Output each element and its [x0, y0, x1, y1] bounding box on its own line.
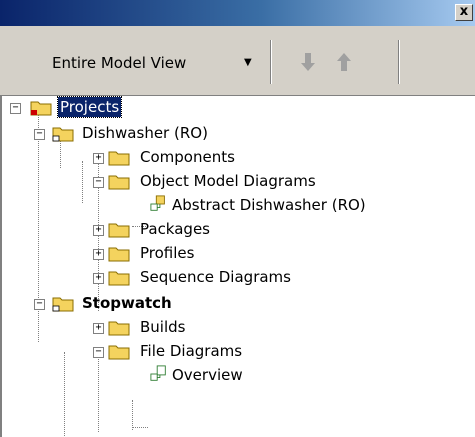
tree-node-components[interactable]: + Components	[2, 146, 302, 170]
arrow-up-icon	[337, 53, 351, 71]
tree-label: Overview	[172, 366, 243, 384]
tree-label: Profiles	[140, 244, 195, 262]
tree-node-dishwasher[interactable]: − Dishwasher (RO)	[2, 122, 302, 146]
project-folder-icon	[30, 101, 52, 116]
tree-line	[132, 427, 148, 428]
expand-toggle[interactable]: +	[93, 249, 104, 260]
tree-label: Packages	[140, 220, 210, 238]
tree-label: Abstract Dishwasher (RO)	[172, 196, 366, 214]
folder-icon	[108, 175, 130, 190]
close-button[interactable]: x	[455, 4, 473, 21]
folder-icon	[108, 321, 130, 336]
tree-node-packages[interactable]: + Packages	[2, 218, 302, 242]
tree-node-object-model-diagrams[interactable]: − Object Model Diagrams	[2, 170, 342, 194]
tree-label: Projects	[56, 96, 123, 118]
tree-node-overview[interactable]: Overview	[2, 364, 302, 388]
expand-toggle[interactable]: +	[93, 323, 104, 334]
toolbar-separator	[398, 40, 399, 84]
diagram-icon	[150, 365, 166, 381]
tree-node-profiles[interactable]: + Profiles	[2, 242, 302, 266]
tree-label: File Diagrams	[140, 342, 243, 360]
tree-label: Components	[140, 148, 235, 166]
tree-label: Sequence Diagrams	[140, 268, 291, 286]
project-folder-icon	[52, 297, 74, 312]
tree-label: Builds	[140, 318, 186, 336]
expand-toggle[interactable]: +	[93, 225, 104, 236]
toolbar: Entire Model View ▼	[0, 26, 475, 96]
collapse-toggle[interactable]: −	[34, 299, 45, 310]
arrow-down-icon	[301, 53, 315, 71]
tree-node-builds[interactable]: + Builds	[2, 316, 302, 340]
tree-label: Dishwasher (RO)	[82, 124, 208, 142]
title-bar: x	[0, 0, 475, 26]
tree-node-projects[interactable]: − Projects	[2, 96, 302, 120]
folder-icon	[108, 271, 130, 286]
tree-node-sequence-diagrams[interactable]: + Sequence Diagrams	[2, 266, 322, 290]
model-tree: − Projects − Dishwasher (RO) + Component…	[0, 96, 475, 437]
folder-icon	[108, 223, 130, 238]
view-select[interactable]: Entire Model View ▼	[16, 48, 266, 78]
tree-label: Stopwatch	[82, 294, 172, 312]
move-up-button[interactable]	[330, 48, 358, 76]
tree-node-file-diagrams[interactable]: − File Diagrams	[2, 340, 302, 364]
project-folder-icon	[52, 127, 74, 142]
toolbar-separator	[270, 40, 271, 84]
expand-toggle[interactable]: +	[93, 153, 104, 164]
move-down-button[interactable]	[294, 48, 322, 76]
tree-node-stopwatch[interactable]: − Stopwatch	[2, 292, 302, 316]
collapse-toggle[interactable]: −	[34, 129, 45, 140]
collapse-toggle[interactable]: −	[10, 103, 21, 114]
folder-icon	[108, 151, 130, 166]
collapse-toggle[interactable]: −	[93, 177, 104, 188]
collapse-toggle[interactable]: −	[93, 347, 104, 358]
tree-label: Object Model Diagrams	[140, 172, 316, 190]
folder-icon	[108, 345, 130, 360]
folder-icon	[108, 247, 130, 262]
expand-toggle[interactable]: +	[93, 273, 104, 284]
diagram-icon	[150, 195, 165, 211]
tree-line	[132, 400, 133, 430]
chevron-down-icon: ▼	[244, 57, 252, 68]
tree-node-abstract-dishwasher[interactable]: Abstract Dishwasher (RO)	[2, 194, 422, 218]
view-select-label: Entire Model View	[52, 54, 187, 72]
